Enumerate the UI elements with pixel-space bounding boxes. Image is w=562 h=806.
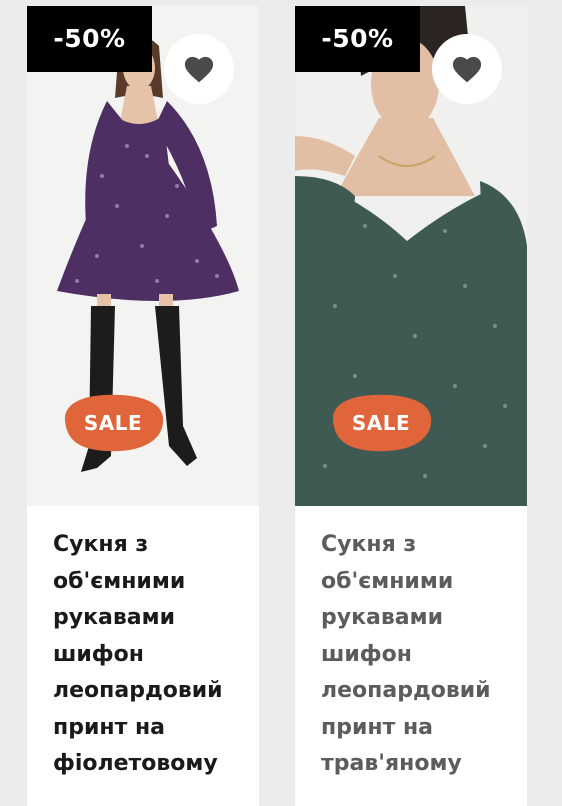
favorite-button[interactable] [164,34,234,104]
sale-label: SALE [351,411,411,435]
sale-badge: SALE [327,391,435,455]
product-card[interactable]: -50% SALE Сукня з об'ємними рукавами шиф… [27,6,259,806]
sale-label: SALE [83,411,143,435]
heart-icon [452,56,482,82]
sale-badge: SALE [59,391,167,455]
discount-badge: -50% [27,6,152,72]
heart-icon [184,56,214,82]
product-image[interactable]: -50% SALE [27,6,259,506]
product-card[interactable]: -50% SALE Сукня з об'ємними рукавами шиф… [295,6,527,806]
discount-badge: -50% [295,6,420,72]
favorite-button[interactable] [432,34,502,104]
product-title[interactable]: Сукня з об'ємними рукавами шифон леопард… [321,527,521,783]
product-title[interactable]: Сукня з об'ємними рукавами шифон леопард… [53,527,253,783]
product-image[interactable]: -50% SALE [295,6,527,506]
